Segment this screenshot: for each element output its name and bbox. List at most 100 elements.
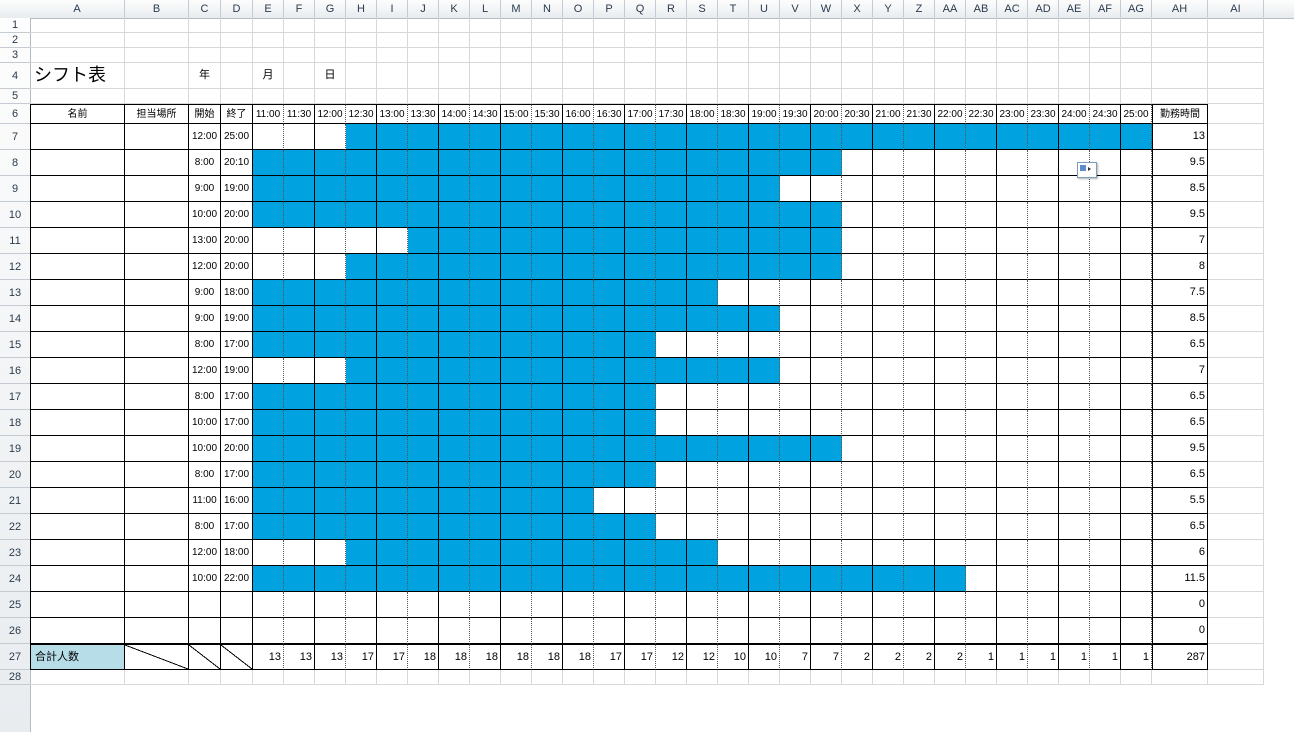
cell-P7[interactable] xyxy=(594,124,625,150)
col-header-W[interactable]: W xyxy=(811,0,842,18)
cell-AG24[interactable] xyxy=(1121,566,1152,592)
cell-A22[interactable] xyxy=(30,514,125,540)
cell-Q5[interactable] xyxy=(625,89,656,104)
cell-T13[interactable] xyxy=(718,280,749,306)
cell-D19[interactable]: 20:00 xyxy=(221,436,253,462)
cell-L3[interactable] xyxy=(470,48,501,63)
cell-AG21[interactable] xyxy=(1121,488,1152,514)
cell-AI4[interactable] xyxy=(1208,63,1264,89)
cell-AD11[interactable] xyxy=(1028,228,1059,254)
cell-U28[interactable] xyxy=(749,670,780,685)
cell-AA19[interactable] xyxy=(935,436,966,462)
cell-D9[interactable]: 19:00 xyxy=(221,176,253,202)
cell-AA6[interactable]: 22:00 xyxy=(935,104,966,124)
cell-G12[interactable] xyxy=(315,254,346,280)
cell-M13[interactable] xyxy=(501,280,532,306)
cell-AG1[interactable] xyxy=(1121,18,1152,33)
cell-A28[interactable] xyxy=(30,670,125,685)
row-header-17[interactable]: 17 xyxy=(0,384,30,410)
cell-F7[interactable] xyxy=(284,124,315,150)
cell-O21[interactable] xyxy=(563,488,594,514)
col-header-Q[interactable]: Q xyxy=(625,0,656,18)
cell-AE26[interactable] xyxy=(1059,618,1090,644)
cell-L12[interactable] xyxy=(470,254,501,280)
cell-AE24[interactable] xyxy=(1059,566,1090,592)
cell-I5[interactable] xyxy=(377,89,408,104)
cell-AI10[interactable] xyxy=(1208,202,1264,228)
cell-AC6[interactable]: 23:00 xyxy=(997,104,1028,124)
cell-I26[interactable] xyxy=(377,618,408,644)
cell-AE2[interactable] xyxy=(1059,33,1090,48)
cell-R6[interactable]: 17:30 xyxy=(656,104,687,124)
cell-AF26[interactable] xyxy=(1090,618,1121,644)
cell-AH25[interactable]: 0 xyxy=(1152,592,1208,618)
cell-W18[interactable] xyxy=(811,410,842,436)
cell-K15[interactable] xyxy=(439,332,470,358)
cell-Q18[interactable] xyxy=(625,410,656,436)
cell-W12[interactable] xyxy=(811,254,842,280)
cell-AF15[interactable] xyxy=(1090,332,1121,358)
cell-W16[interactable] xyxy=(811,358,842,384)
cell-O2[interactable] xyxy=(563,33,594,48)
cell-AF23[interactable] xyxy=(1090,540,1121,566)
row-header-28[interactable]: 28 xyxy=(0,670,30,685)
cell-O27[interactable]: 18 xyxy=(563,644,594,670)
cell-Z14[interactable] xyxy=(904,306,935,332)
cell-Y3[interactable] xyxy=(873,48,904,63)
cell-V6[interactable]: 19:30 xyxy=(780,104,811,124)
cell-N26[interactable] xyxy=(532,618,563,644)
col-header-H[interactable]: H xyxy=(346,0,377,18)
cell-S1[interactable] xyxy=(687,18,718,33)
cell-S9[interactable] xyxy=(687,176,718,202)
cell-P8[interactable] xyxy=(594,150,625,176)
cell-O6[interactable]: 16:00 xyxy=(563,104,594,124)
cell-Y1[interactable] xyxy=(873,18,904,33)
cell-X13[interactable] xyxy=(842,280,873,306)
col-header-I[interactable]: I xyxy=(377,0,408,18)
cell-F25[interactable] xyxy=(284,592,315,618)
cell-X11[interactable] xyxy=(842,228,873,254)
cell-AA23[interactable] xyxy=(935,540,966,566)
cell-H2[interactable] xyxy=(346,33,377,48)
cell-Y16[interactable] xyxy=(873,358,904,384)
cell-X26[interactable] xyxy=(842,618,873,644)
cell-AI14[interactable] xyxy=(1208,306,1264,332)
cell-D27[interactable] xyxy=(221,644,253,670)
cell-F15[interactable] xyxy=(284,332,315,358)
cell-M2[interactable] xyxy=(501,33,532,48)
cell-X16[interactable] xyxy=(842,358,873,384)
cell-F12[interactable] xyxy=(284,254,315,280)
cell-AA3[interactable] xyxy=(935,48,966,63)
cell-AA28[interactable] xyxy=(935,670,966,685)
cell-AE10[interactable] xyxy=(1059,202,1090,228)
cell-AB12[interactable] xyxy=(966,254,997,280)
cell-J26[interactable] xyxy=(408,618,439,644)
cell-P13[interactable] xyxy=(594,280,625,306)
cell-M8[interactable] xyxy=(501,150,532,176)
cell-S13[interactable] xyxy=(687,280,718,306)
cell-AE23[interactable] xyxy=(1059,540,1090,566)
cell-U11[interactable] xyxy=(749,228,780,254)
cell-U17[interactable] xyxy=(749,384,780,410)
cell-A11[interactable] xyxy=(30,228,125,254)
cell-E16[interactable] xyxy=(253,358,284,384)
cell-H25[interactable] xyxy=(346,592,377,618)
cell-A10[interactable] xyxy=(30,202,125,228)
cell-AE16[interactable] xyxy=(1059,358,1090,384)
cell-A26[interactable] xyxy=(30,618,125,644)
cell-W1[interactable] xyxy=(811,18,842,33)
cell-K27[interactable]: 18 xyxy=(439,644,470,670)
cell-Y15[interactable] xyxy=(873,332,904,358)
cell-D18[interactable]: 17:00 xyxy=(221,410,253,436)
cell-E11[interactable] xyxy=(253,228,284,254)
cell-AF19[interactable] xyxy=(1090,436,1121,462)
cell-AA20[interactable] xyxy=(935,462,966,488)
cell-AH3[interactable] xyxy=(1152,48,1208,63)
cell-AF10[interactable] xyxy=(1090,202,1121,228)
cell-P17[interactable] xyxy=(594,384,625,410)
cell-U23[interactable] xyxy=(749,540,780,566)
cell-AC1[interactable] xyxy=(997,18,1028,33)
cell-AE4[interactable] xyxy=(1059,63,1090,89)
cell-J27[interactable]: 18 xyxy=(408,644,439,670)
row-header-26[interactable]: 26 xyxy=(0,618,30,644)
